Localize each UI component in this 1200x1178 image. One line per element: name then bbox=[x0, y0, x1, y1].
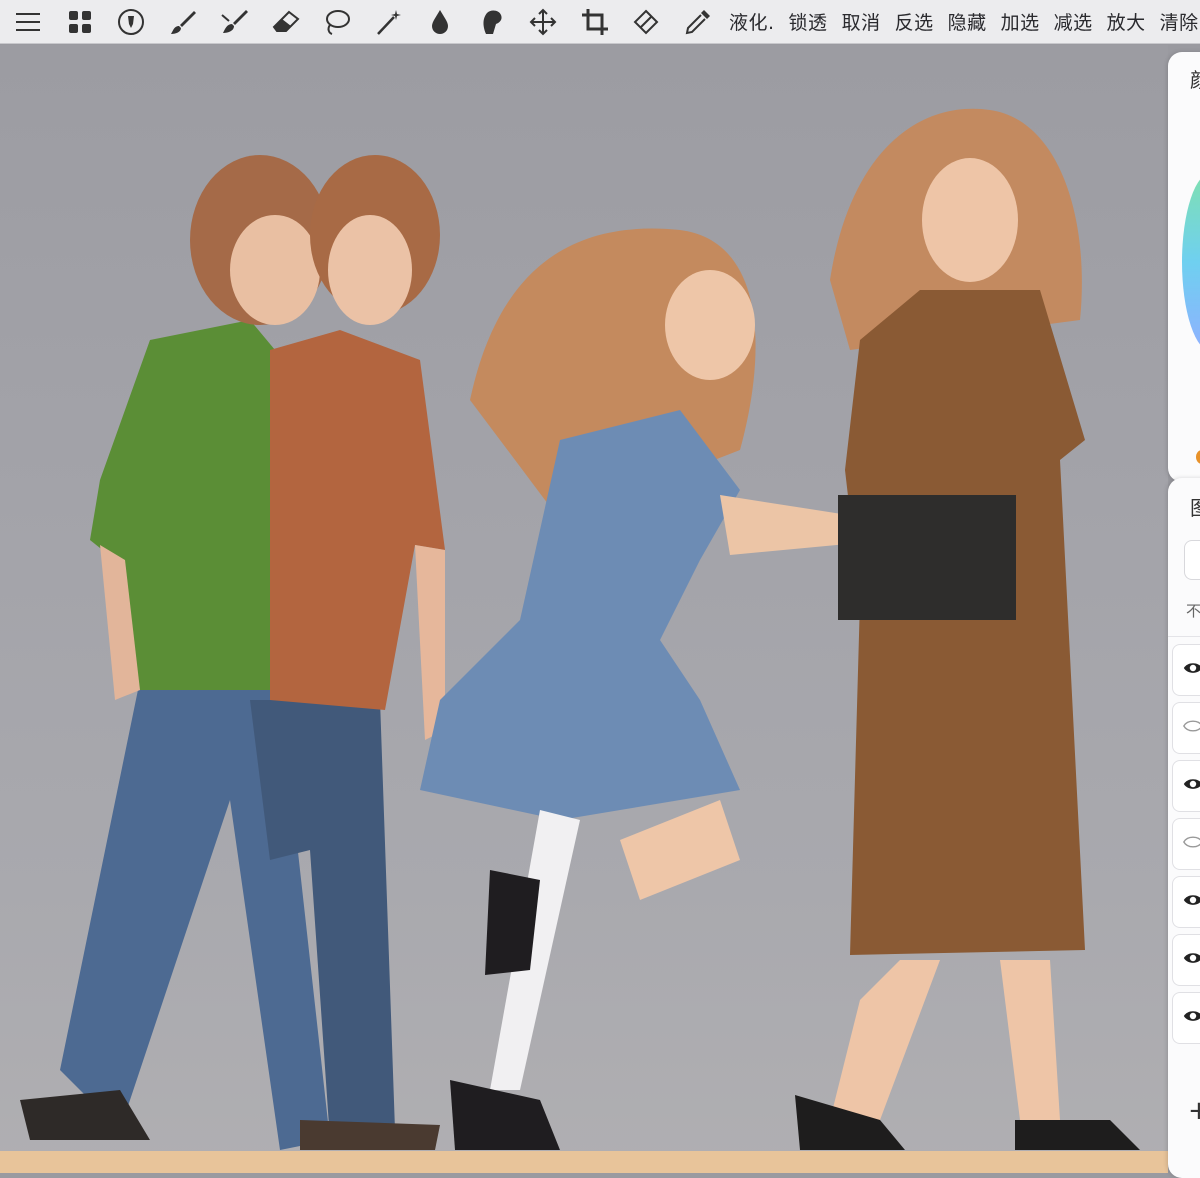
layer-row[interactable] bbox=[1172, 992, 1200, 1044]
lasso-icon[interactable] bbox=[317, 2, 357, 42]
clear-button[interactable]: 清除 bbox=[1160, 8, 1199, 35]
color-panel[interactable]: 颜 bbox=[1168, 52, 1200, 482]
eye-open-icon[interactable] bbox=[1182, 1005, 1200, 1031]
invert-selection-button[interactable]: 反选 bbox=[895, 8, 934, 35]
color-panel-title: 颜 bbox=[1190, 64, 1200, 93]
smudge-icon[interactable] bbox=[214, 2, 254, 42]
eye-closed-icon[interactable] bbox=[1182, 831, 1200, 857]
subtract-selection-button[interactable]: 减选 bbox=[1054, 8, 1093, 35]
add-layer-button[interactable]: + bbox=[1188, 1096, 1200, 1126]
layer-row[interactable] bbox=[1172, 934, 1200, 986]
brush-icon[interactable] bbox=[163, 2, 203, 42]
layers-panel-title: 图 bbox=[1190, 492, 1200, 521]
liquify-button[interactable]: 液化. bbox=[729, 8, 775, 35]
top-toolbar: 液化. 锁透 取消 反选 隐藏 加选 减选 放大 清除 变 bbox=[0, 0, 1200, 44]
layer-row[interactable] bbox=[1172, 760, 1200, 812]
zoom-in-button[interactable]: 放大 bbox=[1107, 8, 1146, 35]
layer-row[interactable] bbox=[1172, 644, 1200, 696]
artwork bbox=[20, 108, 1140, 1150]
smudge-finger-icon[interactable] bbox=[472, 2, 512, 42]
figure-woman-brown bbox=[795, 108, 1140, 1150]
eye-open-icon[interactable] bbox=[1182, 657, 1200, 683]
eyedropper-icon[interactable] bbox=[678, 2, 718, 42]
layer-row[interactable] bbox=[1172, 876, 1200, 928]
eye-open-icon[interactable] bbox=[1182, 889, 1200, 915]
opacity-label: 不 bbox=[1186, 602, 1200, 620]
layer-row[interactable] bbox=[1172, 818, 1200, 870]
layer-name-field[interactable] bbox=[1184, 540, 1200, 580]
color-wheel[interactable] bbox=[1182, 172, 1200, 352]
layer-row[interactable] bbox=[1172, 702, 1200, 754]
figure-girl-blue bbox=[420, 228, 890, 1150]
cancel-button[interactable]: 取消 bbox=[842, 8, 881, 35]
eye-open-icon[interactable] bbox=[1182, 947, 1200, 973]
add-selection-button[interactable]: 加选 bbox=[1001, 8, 1040, 35]
hide-button[interactable]: 隐藏 bbox=[948, 8, 987, 35]
move-icon[interactable] bbox=[523, 2, 563, 42]
eye-closed-icon[interactable] bbox=[1182, 715, 1200, 741]
eraser-icon[interactable] bbox=[266, 2, 306, 42]
canvas-bottom-strip bbox=[0, 1151, 1168, 1173]
transform-icon[interactable] bbox=[626, 2, 666, 42]
grid-icon[interactable] bbox=[60, 2, 100, 42]
panel-divider bbox=[1168, 636, 1200, 637]
drawing-canvas[interactable] bbox=[0, 45, 1168, 1173]
current-color-dot[interactable] bbox=[1196, 450, 1200, 464]
menu-icon[interactable] bbox=[8, 2, 48, 42]
magic-wand-icon[interactable] bbox=[369, 2, 409, 42]
eye-open-icon[interactable] bbox=[1182, 773, 1200, 799]
lock-transparency-button[interactable]: 锁透 bbox=[789, 8, 828, 35]
brush-preset-icon[interactable] bbox=[111, 2, 151, 42]
crop-icon[interactable] bbox=[575, 2, 615, 42]
blur-drop-icon[interactable] bbox=[420, 2, 460, 42]
